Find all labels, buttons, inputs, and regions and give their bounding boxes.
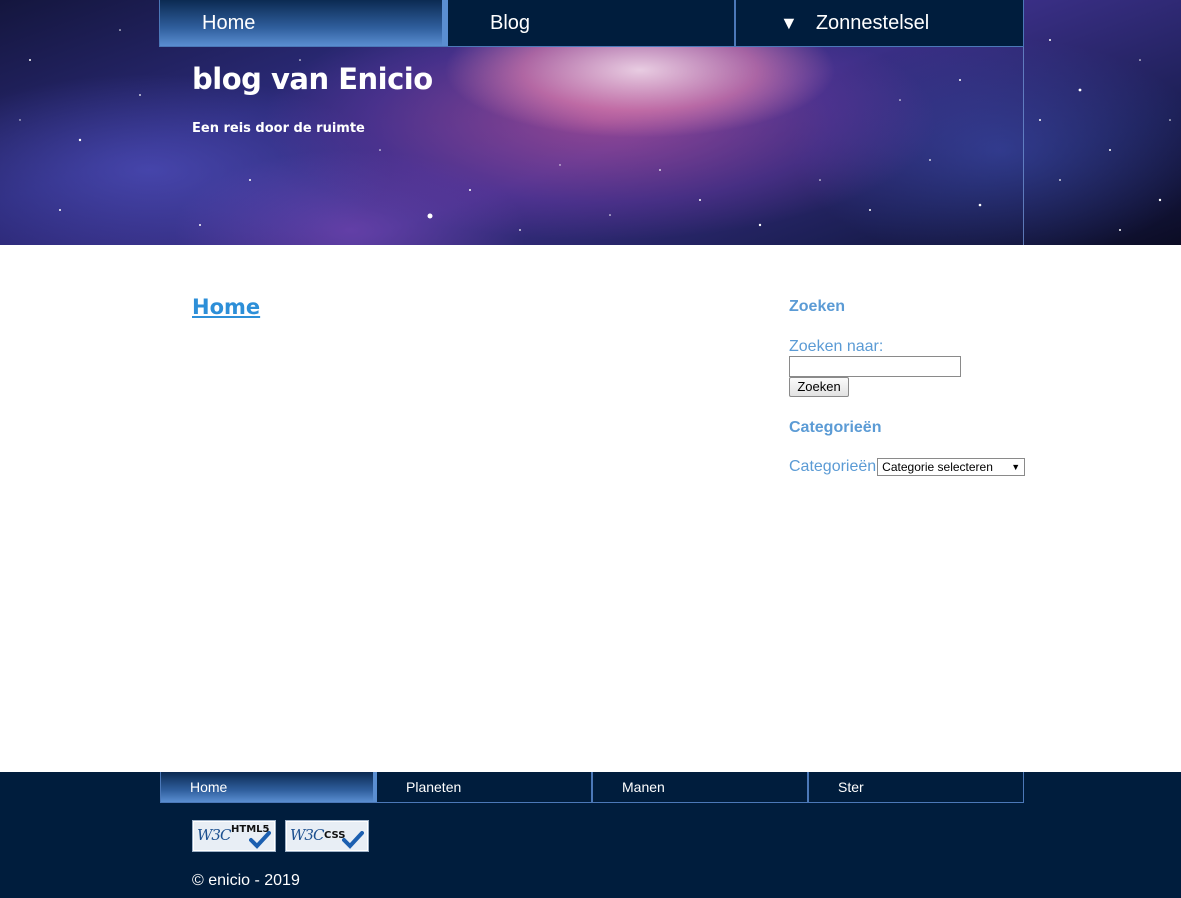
site-tagline: Een reis door de ruimte [192,121,365,136]
dropdown-caret-icon: ▼ [780,13,798,33]
footer-nav-planeten[interactable]: Planeten [377,772,593,802]
w3c-logo-text: W3C [197,826,231,844]
footer-nav-home[interactable]: Home [161,772,377,802]
site-footer: Home Planeten Manen Ster W3C HTML5 W3C C… [0,772,1181,898]
main-navigation: Home Blog ▼ Zonnestelsel [159,0,1024,47]
w3c-css-badge[interactable]: W3C CSS [285,820,369,852]
categories-select[interactable]: Categorie selecteren ▼ [877,458,1026,476]
nav-zonnestelsel-label: Zonnestelsel [815,12,930,34]
validation-badges: W3C HTML5 W3C CSS [192,820,369,852]
checkmark-icon [249,831,271,849]
categories-widget-title: Categorieën [789,419,882,436]
site-title[interactable]: blog van Enicio [192,62,433,96]
nav-zonnestelsel[interactable]: ▼ Zonnestelsel [736,0,1023,46]
select-arrow-icon: ▼ [1011,462,1021,472]
w3c-html5-badge[interactable]: W3C HTML5 [192,820,276,852]
search-widget-title: Zoeken [789,298,846,315]
nav-blog[interactable]: Blog [448,0,736,46]
site-header: Home Blog ▼ Zonnestelsel blog van Enicio … [0,0,1181,245]
nav-home[interactable]: Home [160,0,448,46]
footer-nav-manen[interactable]: Manen [593,772,809,802]
footer-nav-ster[interactable]: Ster [809,772,1023,802]
copyright-text: © enicio - 2019 [192,872,300,889]
header-divider [1023,47,1024,245]
footer-navigation: Home Planeten Manen Ster [160,772,1024,803]
categories-label: Categorieën [789,458,877,475]
sidebar: Zoeken Zoeken naar: Zoeken Categorieën C… [789,298,1029,476]
search-input[interactable] [789,356,961,377]
page-title-link[interactable]: Home [192,295,260,319]
categories-row: Categorieën Categorie selecteren ▼ [789,458,1026,476]
nav-blog-label: Blog [490,12,531,34]
search-label: Zoeken naar: [789,338,884,355]
categories-selected-value: Categorie selecteren [882,460,993,474]
w3c-logo-text: W3C [290,826,324,844]
footer-nav-planeten-label: Planeten [406,779,462,795]
search-button[interactable]: Zoeken [789,377,849,397]
nav-home-label: Home [202,12,256,34]
footer-nav-home-label: Home [190,779,228,795]
footer-nav-manen-label: Manen [622,779,665,795]
checkmark-icon [342,831,364,849]
footer-nav-ster-label: Ster [838,779,864,795]
